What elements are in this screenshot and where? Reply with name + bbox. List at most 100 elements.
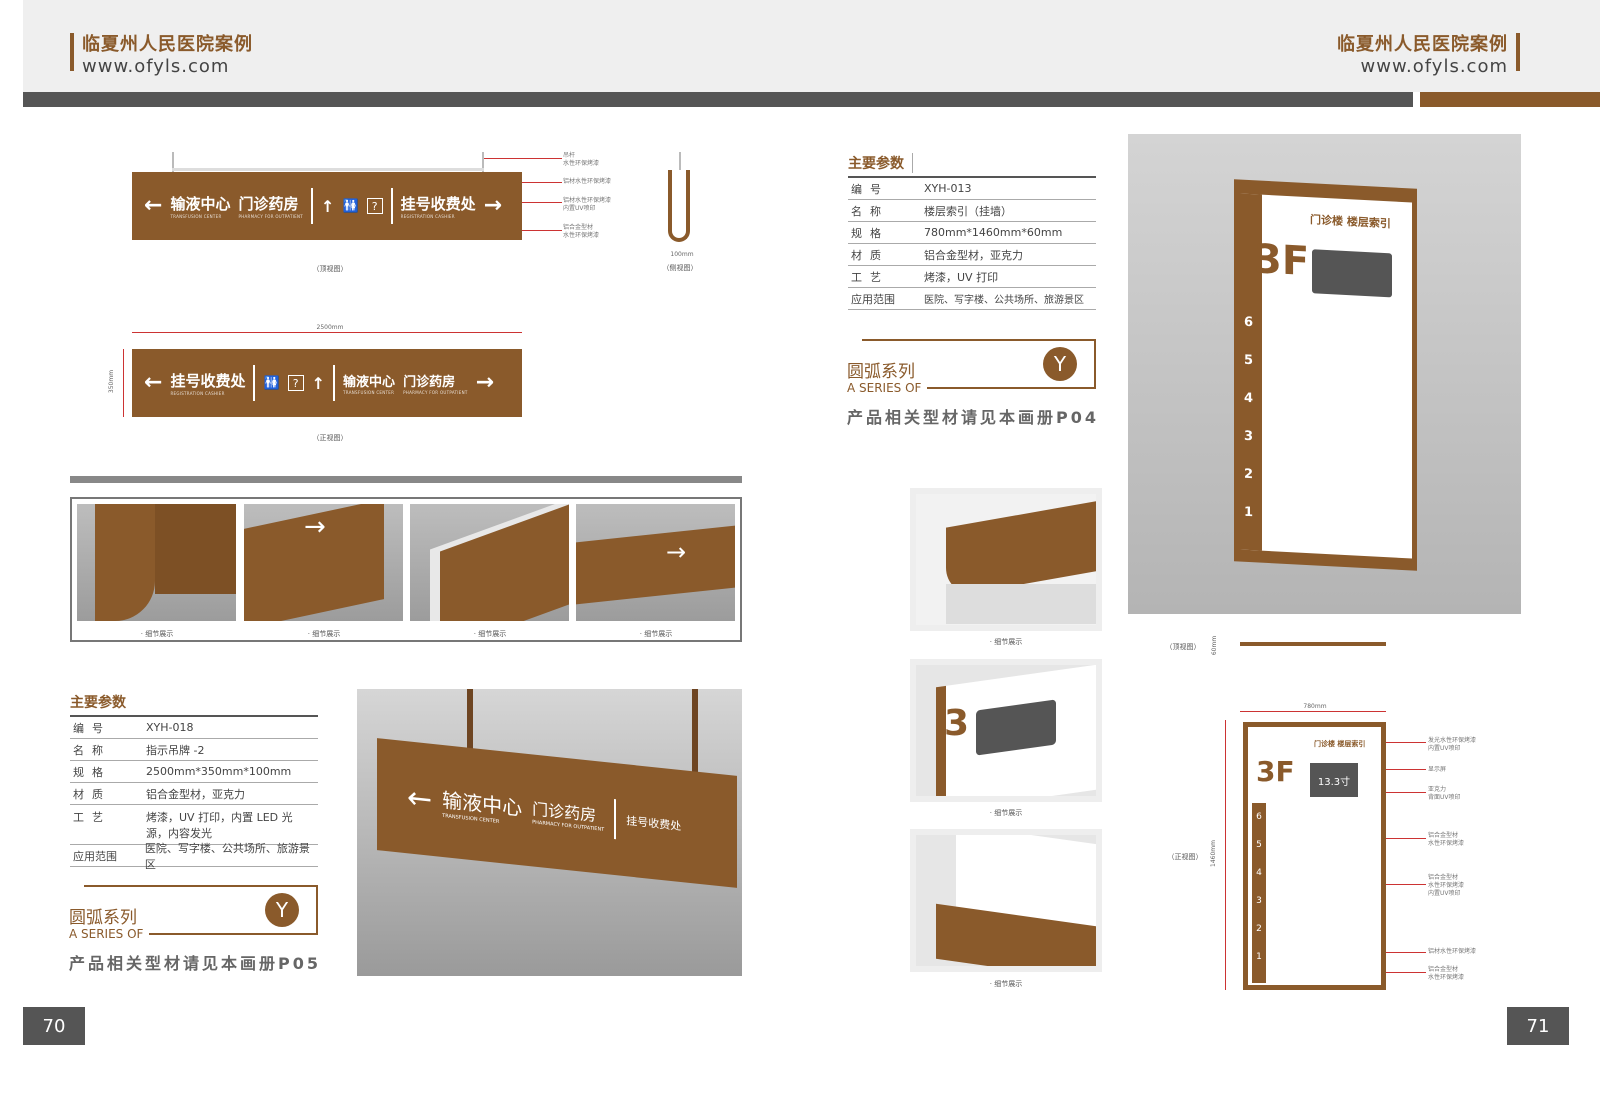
params-value: 烤漆，UV 打印，内置 LED 光源，内容发光 [146, 811, 293, 840]
side-rod [679, 152, 681, 170]
width-dim-right: 780mm [1303, 703, 1327, 710]
height-dim-line-right [1225, 720, 1226, 990]
callout-line [1386, 792, 1426, 793]
floor-list: 654321 [1244, 314, 1254, 521]
callout-line [1386, 884, 1426, 885]
height-dim-right: 1460mm [1209, 840, 1217, 867]
up-arrow-icon: ↑ [321, 196, 335, 216]
params-key: 工艺 [73, 811, 111, 824]
top-dim: 60mm [1211, 635, 1219, 656]
params-row: 编号 XYH-013 [848, 178, 1096, 200]
series-sub-left: A SERIES OF [69, 927, 150, 941]
page-number-right: 71 [1507, 1007, 1569, 1045]
current-floor: 3F [1254, 236, 1310, 286]
header-divider-brown [1420, 92, 1600, 107]
callout-line [1386, 769, 1426, 770]
product-photo-right: 门诊楼 楼层索引 3F 654321 [1128, 134, 1521, 614]
page-number-left: 70 [23, 1007, 85, 1045]
sign-label-pharmacy: 门诊药房 [403, 375, 456, 390]
series-title-right: 圆弧系列 [847, 357, 921, 382]
toilet-icon: 🚻 [263, 375, 280, 391]
callout-line [1386, 838, 1426, 839]
params-row: 应用范围 医院、写字楼、公共场所、旅游景区 [70, 842, 318, 871]
detail-caption: · 细节展示 [473, 630, 507, 638]
callout: 铝合金型材 水性环保烤漆 [1428, 966, 1465, 981]
left-arrow-icon: ← [144, 370, 163, 395]
params-row: 规格 780mm*1460mm*60mm [848, 222, 1096, 244]
params-row: 名称 楼层索引（挂墙） [848, 200, 1096, 222]
callout: 发光水性环保烤漆 内置UV喷印 [1428, 737, 1477, 752]
detail-photo-3 [410, 504, 569, 621]
series-sub-right: A SERIES OF [847, 381, 928, 395]
header-divider-dark [23, 92, 1413, 107]
side-view-caption: （侧视图） [662, 264, 698, 272]
callout: 铝合金型材 水性环保烤漆 [1428, 832, 1465, 847]
params-row: 规格 2500mm*350mm*100mm [70, 761, 318, 783]
callout-line [484, 158, 562, 159]
front-view-caption-right: （正视图） [1167, 853, 1203, 861]
front-view-caption: （正视图） [312, 434, 348, 442]
callout-line [522, 202, 562, 203]
callout-line [1386, 972, 1426, 973]
params-value: XYH-018 [146, 721, 194, 734]
detail-photo-r1 [910, 488, 1102, 631]
detail-caption: · 细节展示 [989, 638, 1023, 646]
params-key: 名称 [73, 743, 111, 757]
sign-label-transfusion: 输液中心 [343, 375, 396, 390]
detail-photo-1 [77, 504, 236, 621]
params-table-left: 主要参数 编号 XYH-018 名称 指示吊牌 -2 规格 2500mm*350mm*… [70, 689, 318, 871]
current-floor: 3F [1256, 755, 1295, 788]
params-key: 规格 [851, 226, 889, 240]
params-row: 材质 铝合金型材，亚克力 [70, 783, 318, 805]
sign-label-transfusion: 输液中心 [170, 195, 231, 213]
header-url-left: www.ofyls.com [82, 56, 230, 77]
callout: 铝材水性环保烤漆 [1428, 948, 1477, 955]
display-screen [1312, 249, 1392, 298]
sign-label-registration: 挂号收费处 [400, 195, 476, 213]
params-row: 编号 XYH-018 [70, 717, 318, 739]
series-title-left: 圆弧系列 [69, 903, 143, 928]
top-view-profile [1240, 642, 1386, 646]
photo-sign-label: 挂号收费处 [626, 814, 682, 834]
series-badge-right: Y [1043, 347, 1077, 381]
sign-sub-transfusion: TRANSFUSION CENTER [170, 214, 222, 219]
params-value: 楼层索引（挂墙） [924, 204, 1012, 218]
height-dim-line [123, 349, 124, 417]
callout-face: 铝材水性环保烤漆 内置UV喷印 [563, 197, 612, 212]
sign-top-rail [172, 168, 484, 171]
params-row: 材质 铝合金型材，亚克力 [848, 244, 1096, 266]
right-arrow-icon: → [483, 193, 503, 218]
directory-title: 门诊楼 楼层索引 [1314, 740, 1366, 748]
params-heading: 主要参数 [70, 695, 126, 711]
sign-label-pharmacy: 门诊药房 [238, 195, 299, 213]
width-dim-line [132, 332, 522, 333]
params-value: XYH-013 [924, 182, 972, 195]
left-arrow-icon: ← [144, 193, 163, 218]
callout-line [1386, 742, 1426, 743]
params-value: 指示吊牌 -2 [146, 743, 205, 757]
params-row: 名称 指示吊牌 -2 [70, 739, 318, 761]
sign-sub-registration: REGISTRATION CASHIER [170, 391, 225, 396]
detail-photo-2: → [244, 504, 403, 621]
product-photo-left: ← 输液中心 TRANSFUSION CENTER 门诊药房 PHARMACY FO… [357, 689, 742, 976]
params-value: 铝合金型材，亚克力 [924, 248, 1023, 262]
detail-caption: · 细节展示 [639, 630, 673, 638]
callout-line [522, 182, 562, 183]
header-title-left: 临夏州人民医院案例 [82, 34, 253, 55]
params-key: 材质 [851, 248, 889, 262]
callout-profile: 铝合金型材 水性环保烤漆 [563, 224, 600, 239]
header-title-right: 临夏州人民医院案例 [1337, 34, 1508, 55]
section-divider [70, 476, 742, 483]
callout: 亚克力 背面UV喷印 [1428, 786, 1461, 801]
sign-sub-transfusion: TRANSFUSION CENTER [343, 390, 395, 395]
left-arrow-icon: ← [407, 779, 433, 818]
callout-line [522, 230, 562, 231]
sign-divider [333, 365, 336, 401]
sign-divider [390, 188, 393, 224]
series-ref-right: 产品相关型材请见本画册P04 [847, 408, 1099, 427]
detail-caption: · 细节展示 [989, 980, 1023, 988]
params-heading-row: 主要参数 [70, 689, 318, 717]
params-heading: 主要参数 [848, 153, 913, 173]
callout: 铝合金型材 水性环保烤漆 内置UV喷印 [1428, 874, 1465, 897]
params-table-right: 主要参数 编号 XYH-013 名称 楼层索引（挂墙） 规格 780mm*1460mm… [848, 150, 1096, 310]
